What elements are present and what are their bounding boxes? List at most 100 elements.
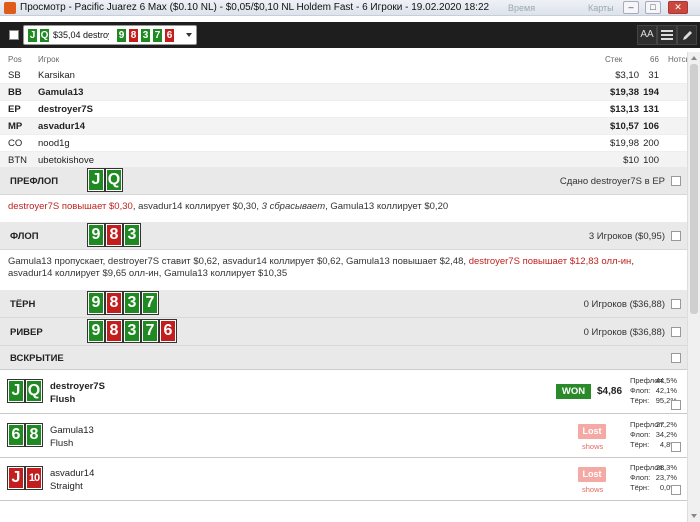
- player-row[interactable]: MP asvadur14 $10,57 106: [0, 118, 700, 135]
- card: 8: [105, 291, 123, 315]
- showdown-player-name: destroyer7S: [50, 381, 105, 392]
- player-row[interactable]: BB Gamula13 $19,38 194: [0, 84, 700, 101]
- player-pos: EP: [8, 104, 21, 115]
- player-pos: MP: [8, 121, 23, 132]
- player-row[interactable]: CO nood1g $19,98 200: [0, 135, 700, 152]
- card: Q: [105, 168, 123, 192]
- toolbar-hand-card: Q: [39, 28, 50, 43]
- card: 9: [87, 319, 105, 343]
- player-row[interactable]: SB Karsikan $3,10 31: [0, 67, 700, 84]
- toolbar-board-card: 9: [116, 28, 127, 43]
- card: 10: [25, 466, 43, 490]
- street-info: 3 Игроков ($0,95): [588, 231, 665, 242]
- player-bb: 31: [648, 70, 659, 81]
- street-flop: ФЛОП 983 3 Игроков ($0,95): [0, 222, 687, 250]
- player-stack: $19,98: [609, 138, 639, 149]
- minimize-button[interactable]: –: [623, 1, 639, 14]
- card: 3: [123, 291, 141, 315]
- font-size-button[interactable]: AA: [637, 25, 657, 45]
- hand-selector-dropdown[interactable]: $35,04 destroyer7S JQ 98376: [23, 25, 197, 45]
- street-checkbox[interactable]: [671, 299, 681, 309]
- pencil-icon: [682, 31, 692, 40]
- close-button[interactable]: ✕: [668, 1, 688, 14]
- street-label: РИВЕР: [10, 327, 43, 338]
- player-pos: BB: [8, 87, 22, 98]
- player-stack: $3,10: [615, 70, 639, 81]
- hand-amount: $35,04 destroyer7S: [53, 30, 109, 40]
- player-name: destroyer7S: [38, 104, 93, 115]
- action-text: destroyer7S повышает $0,30: [8, 201, 133, 212]
- street-checkbox[interactable]: [671, 231, 681, 241]
- showdown-player-name: Gamula13: [50, 425, 94, 436]
- player-row[interactable]: EP destroyer7S $13,13 131: [0, 101, 700, 118]
- shows-label: shows: [582, 485, 604, 494]
- toolbar-board-card: 8: [128, 28, 139, 43]
- showdown-checkbox[interactable]: [671, 485, 681, 495]
- street-checkbox[interactable]: [671, 353, 681, 363]
- showdown-player-name: asvadur14: [50, 468, 95, 479]
- action-text: 3 сбрасывает: [261, 201, 326, 212]
- card: Q: [25, 379, 43, 403]
- card: 9: [87, 223, 105, 247]
- players-table-header: Pos Игрок Стек 66 Нотсы: [0, 52, 700, 66]
- scroll-down-icon[interactable]: [691, 514, 697, 518]
- card: J: [7, 466, 25, 490]
- player-stack: $19,38: [609, 87, 639, 98]
- list-view-button[interactable]: [657, 25, 677, 45]
- background-column-time: Время: [508, 3, 536, 13]
- action-text: Gamula13 пропускает, destroyer7S ставит …: [8, 256, 469, 267]
- preflop-actions: destroyer7S повышает $0,30, asvadur14 ко…: [8, 201, 678, 213]
- player-bb: 131: [643, 104, 659, 115]
- street-label: ТЁРН: [10, 299, 36, 310]
- equity-label: Флоп:: [630, 430, 651, 439]
- player-pos: CO: [8, 138, 23, 149]
- showdown-checkbox[interactable]: [671, 400, 681, 410]
- select-hand-checkbox[interactable]: [9, 30, 19, 40]
- window-title: Просмотр - Pacific Juarez 6 Max ($0.10 N…: [20, 2, 490, 13]
- player-name: ubetokishove: [38, 155, 94, 166]
- card: 6: [159, 319, 177, 343]
- lost-badge: Lost: [578, 424, 606, 439]
- scrollbar[interactable]: [687, 52, 700, 522]
- player-bb: 194: [643, 87, 659, 98]
- card: J: [7, 379, 25, 403]
- card: 8: [25, 423, 43, 447]
- equity-value: 28,3%: [655, 463, 677, 472]
- scroll-thumb[interactable]: [690, 64, 698, 314]
- card: 9: [87, 291, 105, 315]
- chevron-down-icon: [186, 33, 192, 37]
- toolbar-hand-card: J: [27, 28, 38, 43]
- list-icon: [661, 30, 673, 40]
- street-info: 0 Игроков ($36,88): [583, 299, 665, 310]
- street-checkbox[interactable]: [671, 176, 681, 186]
- equity-value: 23,7%: [655, 473, 677, 482]
- equity-value: 34,2%: [655, 430, 677, 439]
- player-bb: 106: [643, 121, 659, 132]
- street-river: РИВЕР 98376 0 Игроков ($36,88): [0, 318, 687, 346]
- scroll-up-icon[interactable]: [691, 56, 697, 60]
- equity-label: Тёрн:: [630, 440, 650, 449]
- app-icon: [4, 2, 16, 14]
- col-player: Игрок: [38, 55, 60, 64]
- won-amount: $4,86: [597, 386, 623, 397]
- col-pos: Pos: [8, 55, 22, 64]
- street-label: ФЛОП: [10, 231, 39, 242]
- equity-value: 27,2%: [655, 420, 677, 429]
- card: 3: [123, 319, 141, 343]
- showdown-player-row: J 10 asvadur14 Straight Lost shows Префлоп: 28,…: [0, 457, 687, 501]
- maximize-button[interactable]: □: [645, 1, 661, 14]
- shows-label: shows: [582, 442, 604, 451]
- player-name: Karsikan: [38, 70, 75, 81]
- player-stack: $13,13: [609, 104, 639, 115]
- street-showdown: ВСКРЫТИЕ: [0, 346, 687, 370]
- street-turn: ТЁРН 9837 0 Игроков ($36,88): [0, 290, 687, 318]
- player-bb: 100: [643, 155, 659, 166]
- player-name: nood1g: [38, 138, 70, 149]
- card: 8: [105, 223, 123, 247]
- showdown-checkbox[interactable]: [671, 442, 681, 452]
- card: 6: [7, 423, 25, 447]
- street-checkbox[interactable]: [671, 327, 681, 337]
- card: 7: [141, 291, 159, 315]
- action-text: , asvadur14 коллирует $0,30,: [132, 201, 262, 212]
- edit-button[interactable]: [677, 25, 697, 45]
